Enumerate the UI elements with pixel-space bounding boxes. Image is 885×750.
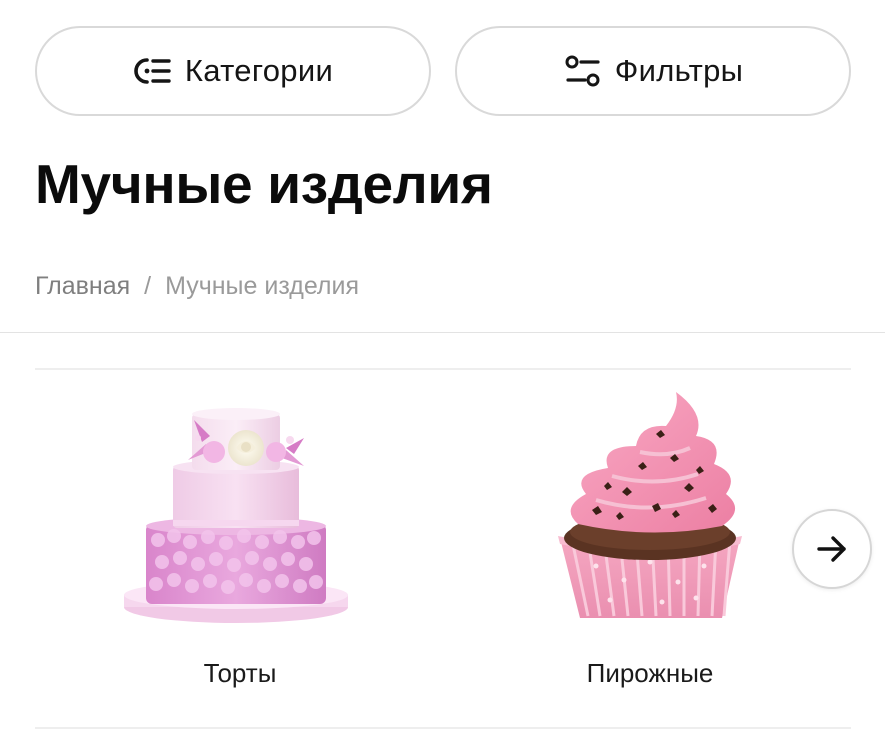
tiered-cake-image [124,408,348,623]
breadcrumb-current: Мучные изделия [165,272,359,300]
carousel-top-divider [35,368,851,370]
filters-button-label: Фильтры [614,53,744,88]
category-item-pastries[interactable]: Пирожные [500,390,800,710]
page-title: Мучные изделия [35,153,493,215]
cupcake-image [558,392,742,618]
arrow-right-icon [817,536,846,562]
breadcrumb-separator: / [144,272,152,300]
breadcrumb-home-link[interactable]: Главная [35,272,130,301]
carousel-next-button[interactable] [792,509,872,589]
filters-button[interactable]: Фильтры [455,26,851,116]
category-label-cakes: Торты [203,658,277,688]
filters-sliders-icon [563,51,603,91]
header-divider [0,332,885,333]
category-label-pastries: Пирожные [586,658,714,688]
breadcrumb: Главная / Мучные изделия [35,272,359,301]
categories-button-label: Категории [184,53,334,88]
category-page: Категории Фильтры Мучные изделия Главная… [0,0,885,750]
categories-button[interactable]: Категории [35,26,431,116]
categories-list-icon [133,51,173,91]
category-item-cakes[interactable]: Торты [90,390,390,710]
carousel-bottom-divider [35,727,851,729]
